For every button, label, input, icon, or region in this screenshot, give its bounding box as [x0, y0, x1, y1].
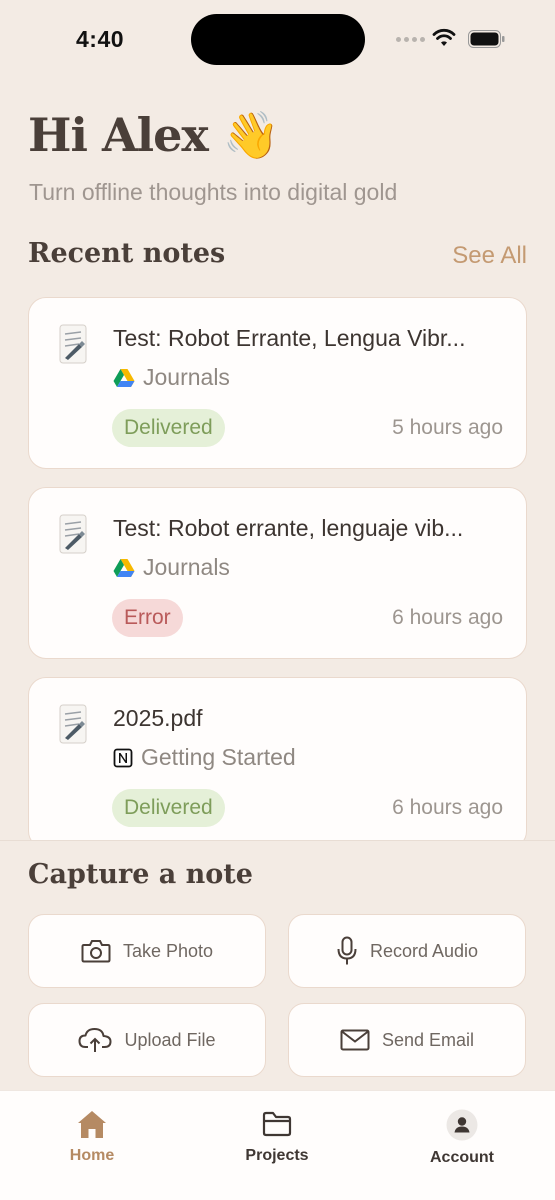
note-timestamp: 6 hours ago [392, 606, 503, 629]
page-subtitle: Turn offline thoughts into digital gold [29, 179, 398, 205]
wifi-icon [432, 28, 456, 46]
recent-notes-heading: Recent notes [28, 238, 226, 269]
page-title: Hi Alex 👋 [28, 108, 280, 163]
note-title: 2025.pdf [113, 705, 203, 731]
note-card[interactable]: 2025.pdf Getting Started Delivered 6 hou… [28, 677, 527, 849]
note-source-label: Getting Started [141, 744, 296, 770]
google-drive-icon [113, 558, 135, 577]
record-audio-label: Record Audio [369, 940, 479, 961]
waving-hand-icon: 👋 [222, 108, 280, 162]
dynamic-island [191, 14, 365, 65]
document-pen-icon [59, 704, 87, 744]
status-indicators [396, 28, 508, 52]
status-bar: 4:40 [0, 0, 555, 80]
record-audio-button[interactable]: Record Audio [288, 914, 526, 988]
send-email-label: Send Email [381, 1029, 475, 1050]
upload-file-label: Upload File [124, 1029, 216, 1050]
capture-panel: Capture a note Take Photo Record Audio U… [0, 840, 555, 1090]
note-card[interactable]: Test: Robot errante, lenguaje vib... Jou… [28, 487, 527, 659]
document-pen-icon [59, 514, 87, 554]
note-source-label: Journals [143, 554, 230, 580]
tab-home[interactable]: Home [32, 1109, 152, 1165]
envelope-icon [340, 1029, 370, 1051]
note-timestamp: 6 hours ago [392, 796, 503, 819]
note-card[interactable]: Test: Robot Errante, Lengua Vibr... Jour… [28, 297, 527, 469]
note-source: Journals [113, 554, 230, 581]
camera-icon [81, 940, 111, 963]
home-icon [78, 1111, 106, 1138]
google-drive-icon [113, 368, 135, 387]
microphone-icon [337, 936, 357, 965]
note-timestamp: 5 hours ago [392, 416, 503, 439]
status-badge: Delivered [112, 789, 225, 827]
note-title: Test: Robot Errante, Lengua Vibr... [113, 325, 466, 351]
send-email-button[interactable]: Send Email [288, 1003, 526, 1077]
capture-heading: Capture a note [28, 859, 253, 890]
note-source: Getting Started [113, 744, 296, 771]
account-icon [446, 1109, 478, 1141]
battery-icon [468, 30, 505, 48]
folder-icon [262, 1111, 292, 1137]
note-source-label: Journals [143, 364, 230, 390]
note-title: Test: Robot errante, lenguaje vib... [113, 515, 464, 541]
status-time: 4:40 [76, 26, 125, 52]
notion-icon [113, 748, 133, 767]
document-pen-icon [59, 324, 87, 364]
tab-account-label: Account [430, 1149, 494, 1166]
tab-bar: Home Projects Account [0, 1090, 555, 1200]
take-photo-label: Take Photo [122, 940, 214, 961]
tab-home-label: Home [69, 1147, 115, 1164]
tab-projects[interactable]: Projects [217, 1109, 337, 1165]
tab-projects-label: Projects [245, 1147, 309, 1164]
tab-account[interactable]: Account [402, 1109, 522, 1167]
greeting-text: Hi Alex [28, 108, 209, 162]
cloud-upload-icon [78, 1028, 112, 1052]
take-photo-button[interactable]: Take Photo [28, 914, 266, 988]
status-badge: Error [112, 599, 183, 637]
upload-file-button[interactable]: Upload File [28, 1003, 266, 1077]
see-all-link[interactable]: See All [452, 242, 527, 270]
cellular-signal-icon [396, 37, 425, 42]
status-badge: Delivered [112, 409, 225, 447]
note-source: Journals [113, 364, 230, 391]
